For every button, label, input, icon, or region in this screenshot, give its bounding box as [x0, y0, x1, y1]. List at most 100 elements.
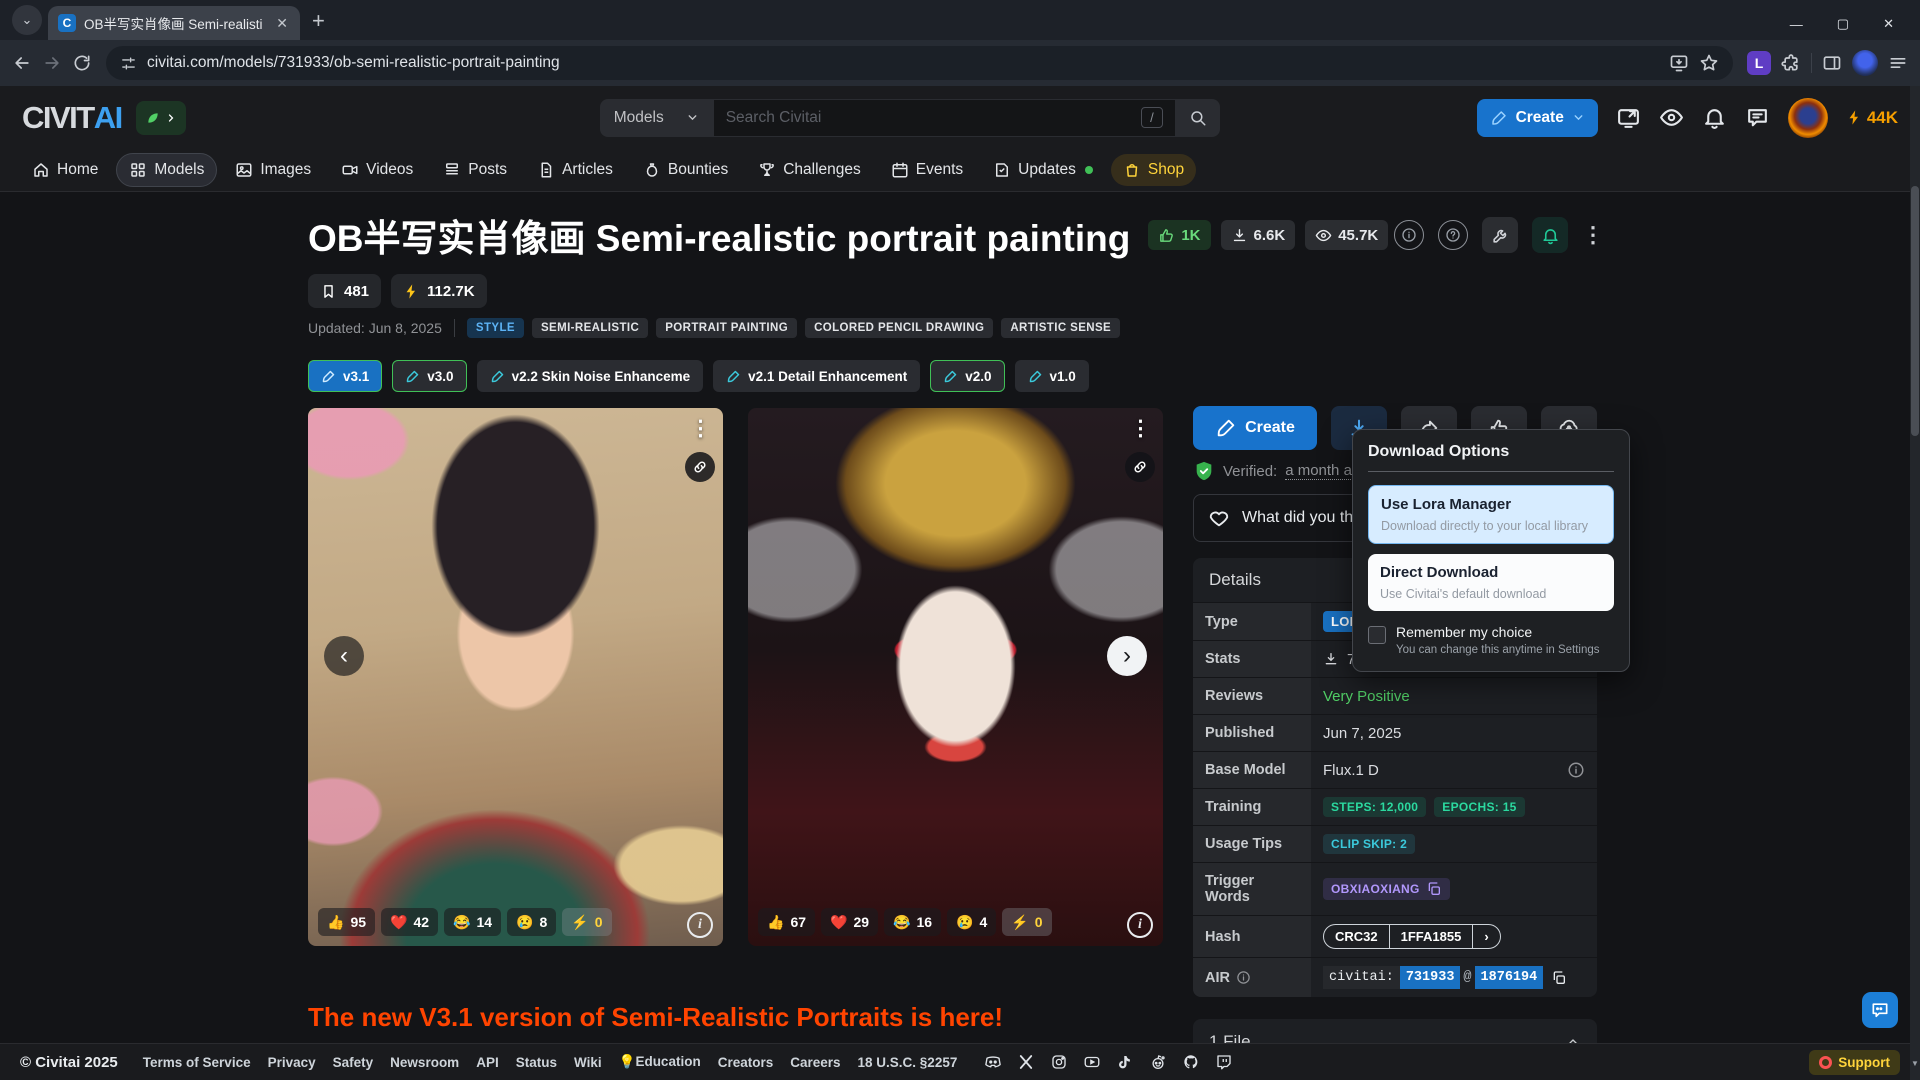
tag-style[interactable]: STYLE — [467, 318, 524, 338]
footer-link-education[interactable]: 💡Education — [619, 1054, 701, 1070]
footer-link-2257[interactable]: 18 U.S.C. §2257 — [858, 1055, 958, 1070]
image-menu-icon[interactable]: ⋮ — [1130, 416, 1151, 441]
page-scrollbar[interactable]: ▼ — [1910, 86, 1920, 1080]
footer-link-careers[interactable]: Careers — [790, 1055, 840, 1070]
search-type-select[interactable]: Models — [600, 99, 713, 137]
carousel-next-button[interactable]: › — [1107, 636, 1147, 676]
notify-button[interactable] — [1532, 217, 1568, 253]
browser-tab[interactable]: C OB半写实肖像画 Semi-realisti ✕ — [48, 6, 300, 40]
copy-icon[interactable] — [1426, 881, 1442, 897]
version-v2-2[interactable]: v2.2 Skin Noise Enhanceme — [477, 360, 704, 392]
nav-item-home[interactable]: Home — [20, 154, 110, 186]
tag[interactable]: PORTRAIT PAINTING — [656, 318, 797, 338]
nav-item-articles[interactable]: Articles — [525, 154, 625, 186]
side-panel-icon[interactable] — [1822, 53, 1842, 73]
trigger-word-badge[interactable]: OBXIAOXIANG — [1323, 878, 1450, 900]
nav-item-models[interactable]: Models — [116, 153, 217, 187]
image-link-icon[interactable] — [685, 452, 715, 482]
footer-link-creators[interactable]: Creators — [718, 1055, 774, 1070]
downloads-badge[interactable]: 6.6K — [1221, 220, 1296, 250]
scrollbar-down-arrow[interactable]: ▼ — [1910, 1059, 1920, 1068]
footer-link-api[interactable]: API — [476, 1055, 499, 1070]
views-badge[interactable]: 45.7K — [1305, 220, 1388, 250]
scrollbar-thumb[interactable] — [1911, 186, 1919, 436]
nav-item-challenges[interactable]: Challenges — [746, 154, 873, 186]
nav-item-events[interactable]: Events — [879, 154, 975, 186]
hash-expand-icon[interactable]: › — [1472, 925, 1499, 948]
minimize-button[interactable]: — — [1790, 17, 1803, 32]
notifications-bell-icon[interactable] — [1702, 105, 1727, 130]
youtube-icon[interactable] — [1083, 1053, 1101, 1071]
nav-item-posts[interactable]: Posts — [431, 154, 519, 186]
remember-checkbox[interactable] — [1368, 626, 1386, 644]
reviews-value[interactable]: Very Positive — [1311, 678, 1597, 714]
tag[interactable]: SEMI-REALISTIC — [532, 318, 648, 338]
version-v2-0[interactable]: v2.0 — [930, 360, 1004, 392]
close-button[interactable]: ✕ — [1883, 16, 1894, 32]
reaction-heart[interactable]: ❤️29 — [821, 908, 878, 936]
hash-pill[interactable]: CRC32 1FFA1855 › — [1323, 924, 1501, 949]
discord-icon[interactable] — [984, 1053, 1002, 1071]
new-tab-button[interactable]: + — [312, 8, 325, 34]
extensions-puzzle-icon[interactable] — [1781, 53, 1801, 73]
bookmarks-badge[interactable]: 481 — [308, 274, 381, 308]
likes-badge[interactable]: 1K — [1148, 220, 1210, 250]
footer-link-safety[interactable]: Safety — [333, 1055, 374, 1070]
holiday-badge[interactable] — [136, 101, 186, 135]
search-input[interactable] — [726, 109, 1141, 127]
install-icon[interactable] — [1669, 53, 1689, 73]
browser-profile-avatar[interactable] — [1852, 50, 1878, 76]
extension-l-icon[interactable]: L — [1747, 51, 1771, 75]
chat-icon[interactable] — [1745, 105, 1770, 130]
files-header[interactable]: 1 File — [1193, 1019, 1597, 1043]
image-menu-icon[interactable]: ⋮ — [690, 416, 711, 441]
nav-item-videos[interactable]: Videos — [329, 154, 425, 186]
maximize-button[interactable]: ▢ — [1837, 16, 1849, 32]
github-icon[interactable] — [1182, 1053, 1200, 1071]
tag[interactable]: COLORED PENCIL DRAWING — [805, 318, 993, 338]
gallery-image-1[interactable]: ⋮ ‹ 👍95 ❤️42 😂14 😢8 ⚡0 i — [308, 408, 723, 946]
version-v1-0[interactable]: v1.0 — [1015, 360, 1089, 392]
nav-item-bounties[interactable]: Bounties — [631, 154, 740, 186]
version-v3-1[interactable]: v3.1 — [308, 360, 382, 392]
instagram-icon[interactable] — [1050, 1053, 1068, 1071]
bookmark-star-icon[interactable] — [1699, 53, 1719, 73]
buzz-balance[interactable]: 44K — [1846, 108, 1898, 128]
reaction-laugh[interactable]: 😂16 — [884, 908, 941, 936]
tag[interactable]: ARTISTIC SENSE — [1001, 318, 1120, 338]
nav-item-images[interactable]: Images — [223, 154, 323, 186]
omnibox[interactable]: civitai.com/models/731933/ob-semi-realis… — [106, 46, 1733, 80]
image-link-icon[interactable] — [1125, 452, 1155, 482]
footer-link-privacy[interactable]: Privacy — [268, 1055, 316, 1070]
reaction-bolt[interactable]: ⚡0 — [562, 908, 611, 936]
version-v3-0[interactable]: v3.0 — [392, 360, 466, 392]
civitai-logo[interactable]: CIVIT AI — [22, 100, 122, 136]
support-button[interactable]: Support — [1809, 1050, 1900, 1075]
reaction-cry[interactable]: 😢8 — [507, 908, 556, 936]
back-icon[interactable] — [12, 53, 32, 73]
search-field[interactable]: / — [713, 99, 1176, 137]
info-icon[interactable] — [1567, 761, 1585, 779]
search-button[interactable] — [1176, 99, 1220, 137]
x-icon[interactable] — [1017, 1053, 1035, 1071]
reload-icon[interactable] — [72, 53, 92, 73]
help-circle-icon[interactable] — [1438, 220, 1468, 250]
info-circle-icon[interactable] — [1394, 220, 1424, 250]
footer-link-status[interactable]: Status — [516, 1055, 557, 1070]
more-options-icon[interactable]: ⋮ — [1582, 222, 1598, 248]
forward-icon[interactable] — [42, 53, 62, 73]
nav-item-shop[interactable]: Shop — [1111, 154, 1196, 186]
browsing-level-eye-icon[interactable] — [1659, 105, 1684, 130]
air-code[interactable]: civitai: 731933 @ 1876194 — [1323, 966, 1543, 989]
user-avatar[interactable] — [1788, 98, 1828, 138]
option-direct-download[interactable]: Direct Download Use Civitai's default do… — [1368, 554, 1614, 611]
image-info-icon[interactable]: i — [687, 912, 713, 938]
header-create-button[interactable]: Create — [1477, 99, 1598, 137]
energy-badge[interactable]: 112.7K — [391, 274, 487, 308]
tab-close-icon[interactable]: ✕ — [274, 15, 290, 32]
option-lora-manager[interactable]: Use Lora Manager Download directly to yo… — [1368, 485, 1614, 544]
footer-link-terms[interactable]: Terms of Service — [143, 1055, 251, 1070]
footer-link-wiki[interactable]: Wiki — [574, 1055, 602, 1070]
copy-icon[interactable] — [1551, 970, 1567, 986]
version-v2-1[interactable]: v2.1 Detail Enhancement — [713, 360, 920, 392]
